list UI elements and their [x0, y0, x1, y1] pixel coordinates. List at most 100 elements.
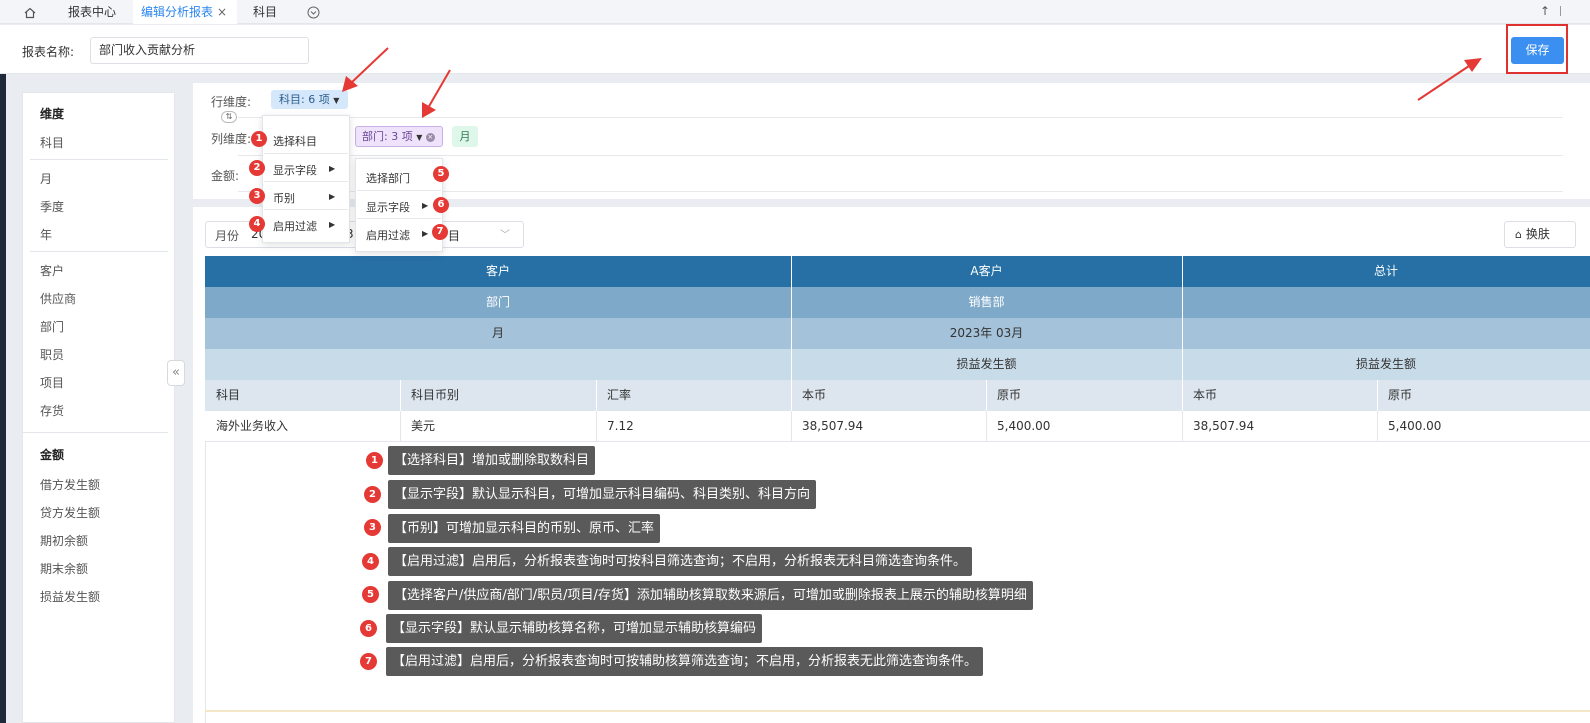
note-badge: 2	[364, 486, 381, 503]
tab-label: 科目	[252, 5, 277, 19]
note-badge: 4	[362, 553, 379, 570]
annotation-note: 【启用过滤】启用后，分析报表查询时可按科目筛选查询；不启用，分析报表无科目筛选查…	[388, 547, 973, 576]
table-cell: 38,507.94	[1182, 411, 1377, 442]
skin-button[interactable]: ⌂ 换肤	[1504, 221, 1576, 248]
menu-item-display-fields[interactable]: 显示字段	[273, 162, 317, 178]
divider	[238, 155, 1563, 156]
table-cell: 海外业务收入	[205, 411, 400, 442]
sidebar-item-year[interactable]: 年	[40, 226, 52, 243]
remove-icon[interactable]: ×	[425, 132, 435, 142]
caret-right-icon: ▶	[329, 164, 336, 173]
menu-item-select-subject[interactable]: 选择科目	[273, 133, 317, 149]
grid-line	[1377, 380, 1378, 411]
table-cell: 5,400.00	[1377, 411, 1590, 442]
table-header-cell	[1182, 287, 1590, 318]
column-header: 科目	[205, 380, 400, 411]
sidebar-item-opening[interactable]: 期初余额	[40, 532, 88, 549]
annotation-note: 【选择客户/供应商/部门/职员/项目/存货】添加辅助核算取数来源后，可增加或删除…	[388, 581, 1033, 610]
menu-item-enable-filter[interactable]: 启用过滤	[366, 227, 410, 243]
close-icon[interactable]: ×	[217, 5, 227, 19]
table-cell: 5,400.00	[986, 411, 1182, 442]
caret-right-icon: ▶	[329, 220, 336, 229]
arrow-annotation	[1417, 58, 1482, 101]
arrow-annotation	[422, 69, 451, 118]
divider	[22, 432, 168, 433]
table-header-cell: A客户	[791, 256, 1182, 287]
table-cell: 美元	[400, 411, 596, 442]
chevron-down-icon: ﹀	[500, 230, 510, 241]
divider	[264, 153, 348, 154]
column-header: 科目币别	[400, 380, 596, 411]
tab-report-center[interactable]: 报表中心	[58, 0, 126, 24]
table-header-cell: 销售部	[791, 287, 1182, 318]
caret-right-icon: ▶	[422, 229, 429, 238]
column-dimension-label: 列维度:	[211, 132, 252, 146]
divider	[357, 218, 441, 219]
collapse-sidebar-button[interactable]: «	[167, 360, 185, 386]
grid-line	[400, 411, 401, 442]
grid-line	[400, 380, 401, 411]
grid-line	[986, 380, 987, 411]
table-header-cell: 损益发生额	[791, 349, 1182, 380]
amount-heading: 金额	[40, 448, 65, 462]
sidebar-item-department[interactable]: 部门	[40, 318, 64, 335]
sidebar-item-customer[interactable]: 客户	[40, 262, 64, 279]
sidebar-item-quarter[interactable]: 季度	[40, 198, 64, 215]
sidebar-item-pnl[interactable]: 损益发生额	[40, 588, 100, 605]
grid-line	[596, 380, 597, 411]
swap-icon[interactable]: ⇅	[221, 111, 237, 123]
divider	[1560, 6, 1568, 16]
grid-line	[791, 411, 792, 442]
step-badge: 4	[249, 216, 265, 232]
tab-subjects[interactable]: 科目	[244, 0, 286, 24]
save-button[interactable]: 保存	[1511, 37, 1564, 64]
table-footer-bar	[205, 710, 1590, 712]
chevron-circle-icon[interactable]	[303, 0, 323, 24]
sidebar-item-inventory[interactable]: 存货	[40, 402, 64, 419]
chip-label: 科目: 6 项	[279, 93, 330, 106]
report-name-input[interactable]: 部门收入贡献分析	[90, 37, 309, 64]
table-header-cell: 月	[205, 318, 791, 349]
table-header-cell: 客户	[205, 256, 791, 287]
column-dimension-chip[interactable]: 部门: 3 项 ▼ ×	[355, 126, 443, 147]
divider	[264, 209, 348, 210]
table-header-cell	[1182, 318, 1590, 349]
divider	[30, 251, 168, 252]
sidebar-item-closing[interactable]: 期末余额	[40, 560, 88, 577]
dimension-heading: 维度	[40, 107, 65, 121]
arrow-annotation	[342, 47, 389, 92]
month-dimension-chip[interactable]: 月	[452, 126, 478, 147]
column-header: 本币	[791, 380, 986, 411]
grid-line	[1377, 411, 1378, 442]
sidebar-item-employee[interactable]: 职员	[40, 346, 64, 363]
step-badge: 6	[433, 197, 449, 213]
menu-item-currency[interactable]: 币别	[273, 190, 295, 206]
sidebar-item-project[interactable]: 项目	[40, 374, 64, 391]
divider	[30, 159, 168, 160]
step-badge: 5	[433, 166, 449, 182]
sidebar-item-supplier[interactable]: 供应商	[40, 290, 76, 307]
caret-right-icon: ▶	[422, 201, 429, 210]
column-header: 汇率	[596, 380, 791, 411]
caret-right-icon: ▶	[329, 192, 336, 201]
note-badge: 3	[364, 519, 381, 536]
home-icon[interactable]	[20, 0, 40, 24]
grid-line	[1182, 411, 1183, 442]
tab-edit-report[interactable]: 编辑分析报表 ×	[133, 0, 237, 24]
note-badge: 5	[362, 586, 379, 603]
note-badge: 1	[366, 452, 383, 469]
sidebar-item-subject[interactable]: 科目	[40, 134, 64, 151]
table-cell: 7.12	[596, 411, 791, 442]
menu-item-enable-filter[interactable]: 启用过滤	[273, 218, 317, 234]
sidebar-item-month[interactable]: 月	[40, 170, 52, 187]
menu-item-select-department[interactable]: 选择部门	[366, 170, 410, 186]
menu-item-display-fields[interactable]: 显示字段	[366, 199, 410, 215]
report-name-label: 报表名称:	[22, 45, 75, 59]
divider	[264, 181, 348, 182]
step-badge: 3	[249, 188, 265, 204]
table-header-cell	[205, 349, 791, 380]
arrow-up-icon[interactable]: ↑	[1540, 4, 1550, 18]
sidebar-item-debit[interactable]: 借方发生额	[40, 476, 100, 493]
annotation-note: 【启用过滤】启用后，分析报表查询时可按辅助核算筛选查询；不启用，分析报表无此筛选…	[386, 647, 984, 676]
sidebar-item-credit[interactable]: 贷方发生额	[40, 504, 100, 521]
